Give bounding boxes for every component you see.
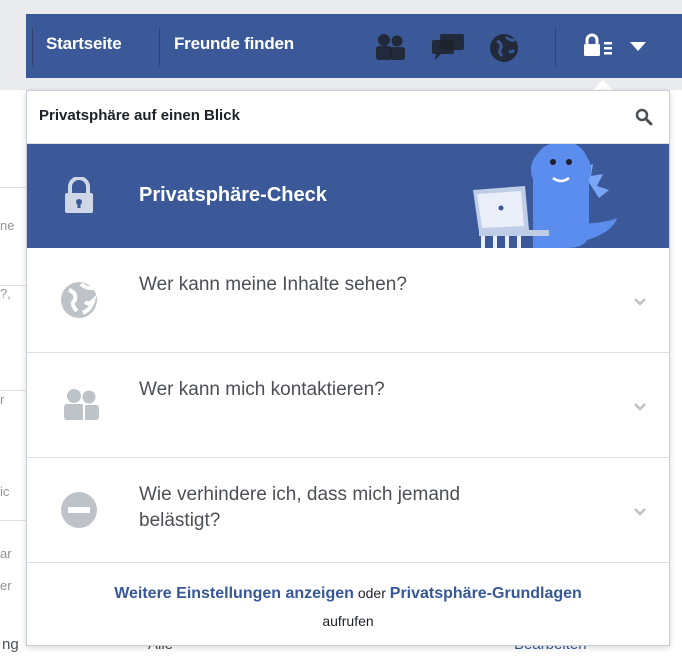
privacy-row-label: Wer kann mich kontaktieren? (139, 379, 385, 400)
divider (159, 28, 160, 66)
divider (32, 28, 33, 66)
privacy-row-label: Wie verhindere ich, dass mich jemand bel… (139, 484, 461, 531)
background-text: ?, (0, 286, 11, 301)
footer-suffix: aufrufen (322, 613, 374, 629)
privacy-check-label: Privatsphäre-Check (139, 184, 327, 206)
globe-icon (59, 280, 99, 325)
search-icon[interactable] (635, 108, 653, 131)
privacy-shortcuts-dropdown: Privatsphäre auf einen Blick Privatsphär… (26, 90, 670, 646)
nav-home-link[interactable]: Startseite (46, 34, 122, 54)
chevron-down-icon[interactable] (633, 504, 647, 522)
notifications-globe-icon[interactable] (488, 32, 520, 69)
privacy-row-label: Wer kann meine Inhalte sehen? (139, 274, 407, 295)
privacy-check-banner[interactable]: Privatsphäre-Check (27, 144, 669, 248)
panel-title: Privatsphäre auf einen Blick (39, 107, 240, 124)
chevron-down-icon[interactable] (633, 399, 647, 417)
lock-icon (63, 176, 95, 220)
block-icon (59, 490, 99, 535)
friend-requests-icon[interactable] (372, 32, 408, 67)
privacy-shortcuts-icon[interactable] (582, 32, 618, 67)
messages-icon[interactable] (430, 32, 466, 67)
footer-line: Weitere Einstellungen anzeigen oder Priv… (27, 581, 669, 606)
background-text: ar (0, 546, 12, 561)
panel-footer: Weitere Einstellungen anzeigen oder Priv… (27, 565, 669, 645)
background-text: ic (0, 484, 10, 499)
nav-find-friends-link[interactable]: Freunde finden (174, 34, 294, 54)
background-text: ne (0, 218, 15, 233)
panel-header: Privatsphäre auf einen Blick (27, 91, 669, 144)
footer-connector: oder (353, 585, 390, 601)
more-settings-link[interactable]: Weitere Einstellungen anzeigen (114, 585, 354, 602)
dinosaur-illustration (453, 144, 623, 248)
background-text: r (0, 392, 5, 407)
chevron-down-icon[interactable] (633, 294, 647, 312)
top-bar: Startseite Freunde finden (0, 0, 682, 90)
privacy-basics-link[interactable]: Privatsphäre-Grundlagen (390, 585, 582, 602)
divider (555, 28, 556, 66)
privacy-row-stop-harassment[interactable]: Wie verhindere ich, dass mich jemand bel… (27, 458, 669, 563)
privacy-row-who-can-contact[interactable]: Wer kann mich kontaktieren? (27, 353, 669, 458)
background-text: er (0, 578, 12, 593)
background-row-label: ng (2, 636, 19, 653)
blue-bar: Startseite Freunde finden (26, 14, 682, 78)
people-icon (59, 385, 103, 430)
account-menu-chevron-icon[interactable] (628, 40, 648, 59)
privacy-row-who-sees-content[interactable]: Wer kann meine Inhalte sehen? (27, 248, 669, 353)
